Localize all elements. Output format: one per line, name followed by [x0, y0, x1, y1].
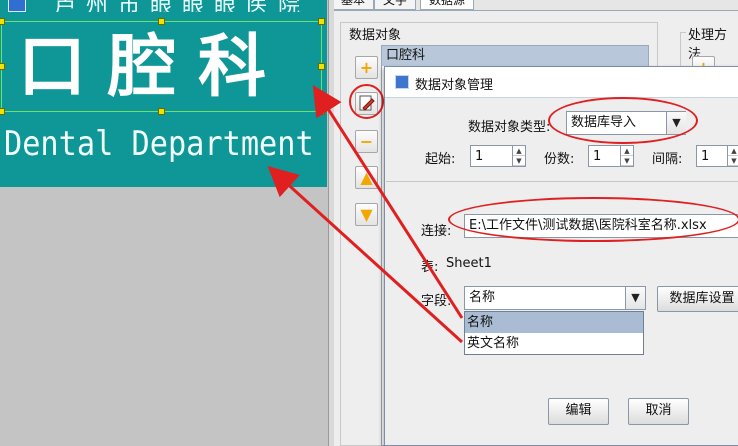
annotation-arrows [267, 84, 464, 344]
annotation-arrow-cn [312, 84, 464, 319]
annotation-arrow-en [267, 165, 464, 344]
